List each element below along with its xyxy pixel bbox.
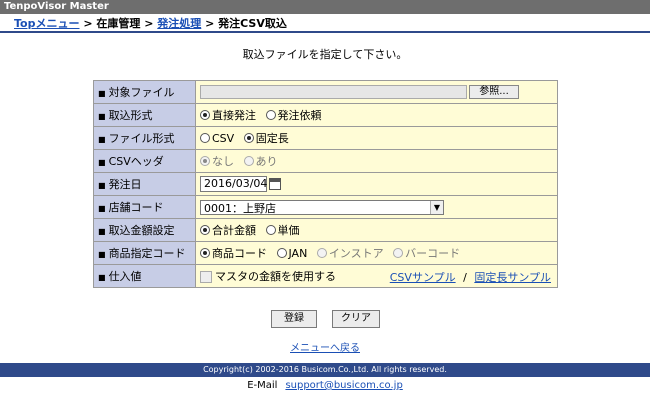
radio-jan-label: JAN — [288, 246, 308, 260]
radio-header-present[interactable] — [243, 156, 254, 166]
breadcrumb-separator: > — [201, 17, 219, 30]
breadcrumb-separator: > — [140, 17, 158, 30]
app-title-bar: TenpoVisor Master — [0, 0, 650, 14]
radio-product-code[interactable] — [200, 248, 210, 258]
radio-csv-label: CSV — [212, 131, 235, 145]
form-row-import-format: ■ 取込形式 直接発注 発注依頼 — [93, 103, 558, 127]
radio-fixed-length-label: 固定長 — [255, 132, 289, 145]
instruction-text: 取込ファイルを指定して下さい。 — [242, 48, 408, 61]
fixed-length-sample-link[interactable]: 固定長サンプル — [474, 271, 551, 284]
square-bullet-icon: ■ — [98, 273, 106, 282]
radio-jan[interactable] — [276, 248, 287, 258]
breadcrumb-inventory: 在庫管理 — [96, 17, 141, 30]
form-row-amount-setting: ■ 取込金額設定 合計金額 単価 — [93, 218, 558, 242]
radio-product-code-label: 商品コード — [212, 247, 267, 260]
radio-csv[interactable] — [200, 133, 210, 143]
form-row-file-format: ■ ファイル形式 CSV 固定長 — [93, 126, 558, 150]
support-email-link[interactable]: support@busicom.co.jp — [285, 380, 402, 391]
radio-fixed-length[interactable] — [243, 133, 254, 143]
square-bullet-icon: ■ — [98, 204, 106, 213]
amount-setting-label: 取込金額設定 — [108, 224, 175, 237]
square-bullet-icon: ■ — [98, 112, 106, 121]
square-bullet-icon: ■ — [98, 181, 106, 190]
form-row-cost: ■ 仕入値 マスタの金額を使用する CSVサンプル / 固定長サンプル — [93, 264, 558, 288]
import-format-label: 取込形式 — [108, 109, 153, 122]
square-bullet-icon: ■ — [98, 89, 106, 98]
file-path-field[interactable] — [200, 85, 467, 99]
import-form: ■ 対象ファイル 参照... ■ 取込形式 直接発注 発注依頼 ■ ファイル形式 CS… — [93, 80, 558, 288]
menu-back-container: メニューへ戻る — [0, 339, 650, 354]
sample-links: CSVサンプル / 固定長サンプル — [390, 269, 551, 285]
csv-header-label: CSVヘッダ — [108, 155, 164, 168]
breadcrumb: Topメニュー > 在庫管理 > 発注処理 > 発注CSV取込 — [0, 14, 650, 33]
radio-header-none-label: なし — [212, 155, 234, 168]
clear-button[interactable]: クリア — [332, 310, 380, 328]
radio-order-request-label: 発注依頼 — [277, 109, 322, 122]
chevron-down-icon[interactable]: ▼ — [430, 200, 443, 214]
email-line: E-Mail support@busicom.co.jp — [0, 380, 650, 391]
radio-direct-order-label: 直接発注 — [212, 109, 256, 122]
use-master-price-checkbox[interactable] — [200, 271, 212, 283]
radio-header-none[interactable] — [200, 156, 210, 166]
store-code-value: 0001：上野店 — [204, 201, 276, 215]
footer-copyright: Copyright(c) 2002-2016 Busicom.Co.,Ltd. … — [0, 363, 650, 377]
order-date-label: 発注日 — [108, 178, 142, 191]
order-date-input[interactable]: 2016/03/04 — [200, 176, 267, 192]
calendar-icon[interactable] — [269, 178, 281, 190]
radio-unit-price[interactable] — [265, 225, 276, 235]
store-code-label: 店舗コード — [108, 201, 164, 214]
product-code-label: 商品指定コード — [108, 247, 186, 260]
browse-button[interactable]: 参照... — [469, 85, 519, 99]
use-master-price-label: マスタの金額を使用する — [215, 270, 336, 283]
square-bullet-icon: ■ — [98, 227, 106, 236]
radio-barcode-label: バーコード — [405, 247, 461, 260]
square-bullet-icon: ■ — [98, 250, 106, 259]
breadcrumb-separator: > — [79, 17, 97, 30]
radio-direct-order[interactable] — [200, 110, 210, 120]
radio-instore-label: インストア — [328, 247, 384, 260]
radio-instore[interactable] — [316, 248, 327, 258]
breadcrumb-current: 発注CSV取込 — [218, 17, 287, 30]
breadcrumb-top-link[interactable]: Topメニュー — [14, 17, 79, 30]
form-row-target-file: ■ 対象ファイル 参照... — [93, 80, 558, 104]
app-title: TenpoVisor Master — [4, 1, 109, 12]
store-code-select[interactable]: 0001：上野店 ▼ — [200, 199, 444, 215]
form-row-product-code: ■ 商品指定コード 商品コード JAN インストア バーコード — [93, 241, 558, 265]
csv-sample-link[interactable]: CSVサンプル — [390, 271, 456, 284]
radio-total-amount[interactable] — [200, 225, 210, 235]
radio-barcode[interactable] — [393, 248, 404, 258]
menu-back-link[interactable]: メニューへ戻る — [290, 343, 360, 354]
cost-label: 仕入値 — [108, 270, 142, 283]
file-format-label: ファイル形式 — [108, 132, 175, 145]
radio-order-request[interactable] — [265, 110, 276, 120]
radio-header-present-label: あり — [255, 155, 278, 168]
radio-total-amount-label: 合計金額 — [212, 224, 256, 237]
register-button[interactable]: 登録 — [271, 310, 317, 328]
email-label: E-Mail — [247, 380, 278, 391]
breadcrumb-order-link[interactable]: 発注処理 — [157, 17, 201, 30]
target-file-label: 対象ファイル — [108, 86, 175, 99]
form-row-csv-header: ■ CSVヘッダ なし あり — [93, 149, 558, 173]
square-bullet-icon: ■ — [98, 158, 106, 167]
radio-unit-price-label: 単価 — [277, 224, 300, 237]
form-row-store-code: ■ 店舗コード 0001：上野店 ▼ — [93, 195, 558, 219]
link-separator: / — [463, 271, 467, 284]
square-bullet-icon: ■ — [98, 135, 106, 144]
form-row-order-date: ■ 発注日 2016/03/04 — [93, 172, 558, 196]
